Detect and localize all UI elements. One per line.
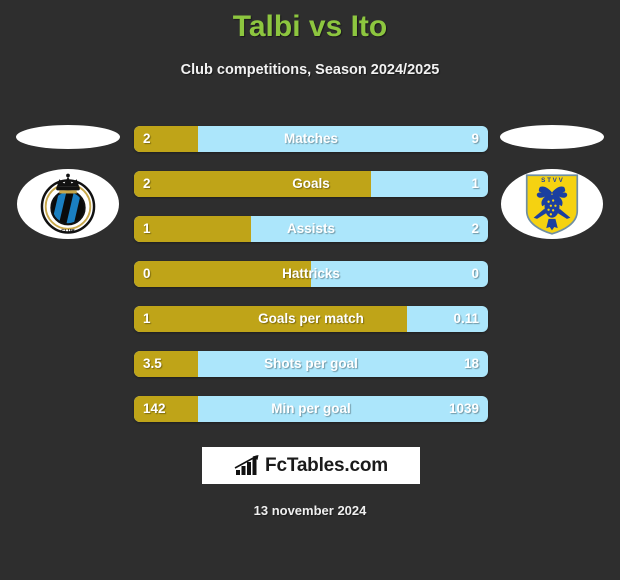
footer-date: 13 november 2024 (253, 503, 367, 518)
stat-label: Goals per match (258, 311, 364, 326)
away-value: 1 (471, 176, 479, 191)
stat-row: 2 Matches 9 (134, 126, 488, 152)
svg-text:CLUB: CLUB (61, 228, 75, 234)
away-value: 9 (471, 131, 479, 146)
away-team-badge: S T V V (501, 169, 603, 239)
away-team-column: S T V V (492, 118, 612, 239)
home-team-column: CLUB (8, 118, 128, 239)
stvv-crest-icon: S T V V (525, 174, 579, 235)
away-value: 0 (471, 266, 479, 281)
away-value: 2 (471, 221, 479, 236)
home-team-badge: CLUB (17, 169, 119, 239)
away-value: 18 (463, 356, 479, 371)
stat-comparison-page: Talbi vs Ito Club competitions, Season 2… (0, 0, 620, 580)
stat-label: Goals (292, 176, 330, 191)
away-value: 1039 (448, 401, 479, 416)
stat-row: 1 Goals per match 0.11 (134, 306, 488, 332)
fctables-logo[interactable]: FcTables.com (202, 447, 420, 484)
stat-label: Matches (283, 131, 339, 146)
away-value: 0.11 (453, 311, 479, 326)
stat-row: 3.5 Shots per goal 18 (134, 351, 488, 377)
bar-chart-icon (234, 454, 259, 475)
club-brugge-crest-icon: CLUB (40, 173, 96, 234)
away-team-top-ellipse (500, 125, 604, 149)
home-team-top-ellipse (16, 125, 120, 149)
stat-row: 142 Min per goal 1039 (134, 396, 488, 422)
stat-label: Hattricks (282, 266, 340, 281)
stat-label: Assists (286, 221, 336, 236)
svg-text:S T V V: S T V V (541, 177, 563, 184)
stat-row: 1 Assists 2 (134, 216, 488, 242)
stat-row: 2 Goals 1 (134, 171, 488, 197)
page-title: Talbi vs Ito (232, 10, 388, 43)
stat-row: 0 Hattricks 0 (134, 261, 488, 287)
stat-label: Min per goal (271, 401, 351, 416)
stat-label: Shots per goal (264, 356, 358, 371)
logo-inner: FcTables.com (234, 454, 388, 477)
stats-bar-list: 2 Matches 9 2 Goals 1 1 Assists 2 0 Hatt… (134, 126, 488, 441)
page-subtitle: Club competitions, Season 2024/2025 (180, 62, 440, 78)
logo-text: FcTables.com (265, 454, 388, 476)
